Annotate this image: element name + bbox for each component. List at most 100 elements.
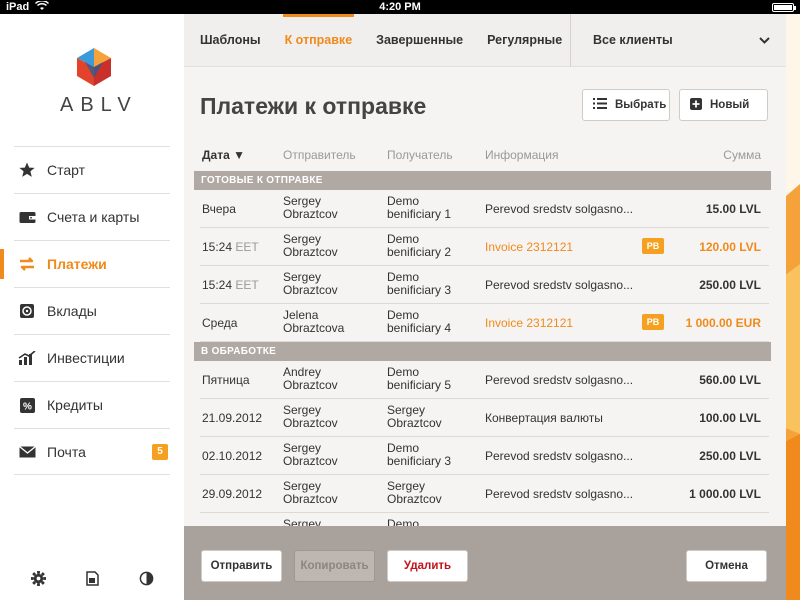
send-button[interactable]: Отправить [201,550,282,582]
row-sender-line: Obraztcova [283,321,345,335]
new-payment-button[interactable]: Новый [679,89,768,121]
sidebar-item-label: Почта [47,443,86,460]
svg-text:%: % [23,401,32,412]
table-row[interactable]: Пятница Andrey Obraztcov Demo benificiary 5 P… [200,361,769,399]
row-timezone: EET [235,240,259,254]
delete-button[interactable]: Удалить [387,550,468,582]
row-date: Пятница [202,373,250,387]
row-sender-line: Obraztcov [283,245,338,259]
row-date: Вчера [202,202,236,216]
new-button-label: Новый [710,99,750,111]
clients-dropdown[interactable]: Все клиенты [570,14,786,66]
table-row[interactable]: 29.09.2012 Sergey Obraztcov Sergey Obraztcov… [200,475,769,513]
brand-logo: ABLV [54,48,134,117]
action-bar: Отправить Копировать Удалить Отмена [184,526,786,600]
sidebar-item-investments[interactable]: Инвестиции [14,334,170,381]
sidebar-item-credits[interactable]: % Кредиты [14,381,170,428]
sidebar-item-deposits[interactable]: Вклады [14,287,170,334]
group-header: В обработке [194,342,771,361]
group-header: Готовые к отправке [194,171,771,190]
row-recipient-line: benificiary 4 [387,321,452,335]
sidebar-item-label: Кредиты [47,397,103,413]
row-sender-line: Obraztcov [283,416,338,430]
row-date: 15:24 EET [202,278,259,292]
wallet-icon [17,207,37,227]
top-tabs: Шаблоны К отправке Завершенные Регулярны… [184,14,786,66]
pb-badge: PB [642,314,664,330]
payments-content: Платежи к отправке Выбрать Новый Дата ▼ … [184,66,786,551]
row-sum: 120.00 LVL [699,240,761,254]
row-sum: 15.00 LVL [705,202,761,216]
invoice-link[interactable]: Invoice 2312121 [485,316,573,330]
clients-dropdown-label: Все клиенты [593,33,673,47]
document-icon[interactable] [84,570,100,586]
row-recipient: Demo benificiary 3 [387,442,477,468]
row-sender: SergeyObraztcov [283,195,383,221]
row-sender: SergeyObraztcov [283,480,383,506]
tab-completed[interactable]: Завершенные [364,14,475,66]
tab-to-send[interactable]: К отправке [273,14,365,66]
row-sender: SergeyObraztcov [283,404,383,430]
sidebar-item-payments[interactable]: Платежи [0,240,170,287]
sidebar-item-start[interactable]: Старт [14,146,170,193]
row-date: 21.09.2012 [202,411,262,425]
row-date-value: 29.09.2012 [202,487,263,501]
percent-icon: % [17,395,37,415]
column-date-header[interactable]: Дата ▼ [202,148,245,162]
sidebar-item-label: Счета и карты [47,209,140,225]
row-sender-line: Obraztcov [283,492,338,506]
envelope-icon [17,442,37,462]
row-date: 29.09.2012 [202,487,262,501]
row-date-value: Пятница [202,373,250,387]
row-recipient-line: benificiary 5 [387,378,452,392]
cancel-button[interactable]: Отмена [686,550,767,582]
tab-recurring[interactable]: Регулярные [475,14,574,66]
deposit-icon [17,301,37,321]
table-row[interactable]: Среда Jelena Obraztcova Demo benificiary 4 In… [200,304,769,342]
row-date-value: 02.10.2012 [202,449,263,463]
row-recipient: Demo benificiary 1 [387,195,477,221]
row-sum: 100.00 LVL [699,411,761,425]
chart-icon [17,348,37,368]
table-row[interactable]: 15:24 EET Sergey Obraztcov Demo benificiary … [200,266,769,304]
status-bar: iPad 4:20 PM [0,0,800,14]
sidebar-item-label: Вклады [47,303,97,319]
select-button[interactable]: Выбрать [582,89,670,121]
transfer-arrows-icon [17,254,37,274]
unread-badge: 5 [152,443,168,460]
row-date-value: Вчера [202,202,236,216]
row-sum: 1 000.00 EUR [685,316,761,330]
sidebar-item-label: Инвестиции [47,350,125,366]
invoice-link[interactable]: Invoice 2312121 [485,240,573,254]
brand-logo-icon [77,48,111,86]
row-recipient-line: Obraztcov [387,416,442,430]
contrast-icon[interactable] [138,570,154,586]
copy-button[interactable]: Копировать [294,550,375,582]
table-row[interactable]: 21.09.2012 Sergey Obraztcov Sergey Obraztcov… [200,399,769,437]
column-info-header[interactable]: Информация [485,148,558,162]
select-button-label: Выбрать [615,99,667,111]
list-icon [593,98,607,112]
table-row[interactable]: Вчера Sergey Obraztcov Demo benificiary 1 Per… [200,190,769,228]
column-recipient-header[interactable]: Получатель [387,148,453,162]
row-info: Perevod sredstv solgasno... [485,278,634,292]
row-info: Perevod sredstv solgasno... [485,449,634,463]
tab-templates[interactable]: Шаблоны [184,14,273,66]
sidebar-tools [30,570,154,586]
row-sender: SergeyObraztcov [283,233,383,259]
sidebar-item-accounts[interactable]: Счета и карты [14,193,170,240]
table-row[interactable]: 15:24 EET Sergey Obraztcov Demo benificiary … [200,228,769,266]
sidebar-item-label: Старт [47,162,86,178]
table-row[interactable]: 02.10.2012 Sergey Obraztcov Demo benificiary… [200,437,769,475]
row-recipient-line: benificiary 1 [387,207,452,221]
column-sender-header[interactable]: Отправитель [283,148,356,162]
gear-icon[interactable] [30,570,46,586]
sidebar-item-mail[interactable]: Почта 5 [14,428,170,475]
row-timezone: EET [235,278,259,292]
row-recipient: Sergey Obraztcov [387,404,477,430]
row-sender-line: Obraztcov [283,283,338,297]
page-title: Платежи к отправке [200,93,427,119]
row-date: 15:24 EET [202,240,259,254]
column-sum-header[interactable]: Сумма [723,148,761,162]
row-sum: 1 000.00 LVL [689,487,761,501]
